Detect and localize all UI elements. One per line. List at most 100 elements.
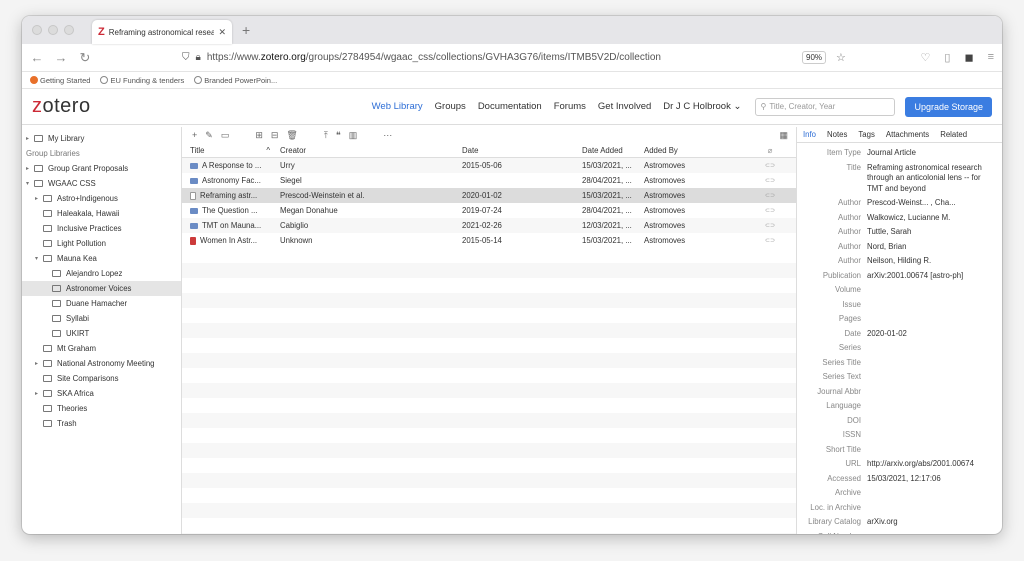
lock-icon[interactable]: 🔒︎ [196,52,201,63]
reader-icon[interactable]: ▯ [944,51,950,64]
sidebar-item[interactable]: Haleakala, Hawaii [22,206,181,221]
attachment-link-icon[interactable]: ⊂⊃ [760,222,780,229]
twisty-icon[interactable]: ▸ [26,135,34,142]
tab-notes[interactable]: Notes [827,130,847,139]
more-icon[interactable]: ⋯ [383,130,392,141]
sidebar-item[interactable]: UKIRT [22,326,181,341]
paperclip-icon[interactable]: ⌀ [760,146,780,155]
zoom-level[interactable]: 90% [802,51,827,64]
table-row[interactable]: Astronomy Fac... Siegel 28/04/2021, ... Ast… [182,173,796,188]
table-row[interactable]: TMT on Mauna... Cabiglio 2021-02-26 12/03/2… [182,218,796,233]
bookmark-item[interactable]: Getting Started [30,75,90,85]
detail-field[interactable]: Author Neilson, Hilding R. [797,254,1002,269]
bibliography-icon[interactable]: ▥ [349,130,358,141]
table-row[interactable]: Women In Astr... Unknown 2015-05-14 15/03/2… [182,233,796,248]
detail-value[interactable]: Tuttle, Sarah [867,227,1002,238]
detail-value[interactable] [867,488,1002,499]
detail-value[interactable]: Walkowicz, Lucianne M. [867,213,1002,224]
detail-value[interactable] [867,430,1002,441]
tab-info[interactable]: Info [803,130,816,139]
sidebar-item[interactable]: Astronomer Voices [22,281,181,296]
detail-field[interactable]: Call Number [797,530,1002,535]
detail-field[interactable]: Loc. in Archive [797,501,1002,516]
col-creator-header[interactable]: Creator [274,146,458,155]
detail-value[interactable] [867,445,1002,456]
browser-tab[interactable]: Z Reframing astronomical researc ✕ [92,20,232,44]
detail-value[interactable]: 2020-01-02 [867,329,1002,340]
detail-value[interactable] [867,387,1002,398]
detail-value[interactable]: 15/03/2021, 12:17:06 [867,474,1002,485]
detail-field[interactable]: Accessed 15/03/2021, 12:17:06 [797,472,1002,487]
sidebar-item[interactable]: ▸ SKA Africa [22,386,181,401]
back-icon[interactable]: ← [30,50,44,65]
detail-value[interactable] [867,372,1002,383]
detail-value[interactable] [867,401,1002,412]
shield-icon[interactable]: ⛉ [182,52,190,63]
detail-field[interactable]: Pages [797,312,1002,327]
new-note-icon[interactable]: ▭ [221,130,230,141]
detail-value[interactable] [867,300,1002,311]
twisty-icon[interactable]: ▾ [35,255,43,262]
minimize-window-button[interactable] [48,25,58,35]
library-search-input[interactable]: ⚲ Title, Creator, Year [755,97,896,116]
sidebar-item[interactable]: ▸ My Library [22,131,181,146]
nav-documentation[interactable]: Documentation [478,101,542,112]
detail-field[interactable]: Author Tuttle, Sarah [797,225,1002,240]
detail-field[interactable]: Library Catalog arXiv.org [797,515,1002,530]
twisty-icon[interactable]: ▸ [35,195,43,202]
sidebar-item[interactable]: Site Comparisons [22,371,181,386]
sidebar-item[interactable]: Theories [22,401,181,416]
sidebar-item[interactable]: Syllabi [22,311,181,326]
detail-field[interactable]: ISSN [797,428,1002,443]
detail-field[interactable]: Language [797,399,1002,414]
detail-field[interactable]: Author Nord, Brian [797,240,1002,255]
attachment-link-icon[interactable]: ⊂⊃ [760,162,780,169]
column-picker-icon[interactable]: ▦ [779,130,788,141]
detail-value[interactable]: arXiv:2001.00674 [astro-ph] [867,271,1002,282]
zotero-logo[interactable]: zotero [32,95,91,118]
detail-field[interactable]: Archive [797,486,1002,501]
detail-field[interactable]: Item Type Journal Article [797,146,1002,161]
maximize-window-button[interactable] [64,25,74,35]
detail-value[interactable] [867,503,1002,514]
new-item-icon[interactable]: + [192,130,197,140]
bookmark-star-icon[interactable]: ☆ [836,51,846,64]
detail-value[interactable]: http://arxiv.org/abs/2001.00674 [867,459,1002,470]
upgrade-storage-button[interactable]: Upgrade Storage [905,96,992,117]
bookmark-item[interactable]: Branded PowerPoin... [194,75,277,85]
sidebar-item[interactable]: Trash [22,416,181,431]
col-title-header[interactable]: Title ^ [182,146,274,155]
close-window-button[interactable] [32,25,42,35]
nav-groups[interactable]: Groups [435,101,466,112]
trash-icon[interactable]: 🗑︎ [286,130,297,141]
cite-icon[interactable]: ❝ [336,130,341,141]
detail-field[interactable]: Journal Abbr [797,385,1002,400]
attachment-link-icon[interactable]: ⊂⊃ [760,237,780,244]
sidebar-item[interactable]: Duane Hamacher [22,296,181,311]
add-to-collection-icon[interactable]: ⊞ [255,130,263,141]
pocket-icon[interactable]: ♡ [921,51,931,64]
nav-get-involved[interactable]: Get Involved [598,101,651,112]
sidebar-item[interactable]: Light Pollution [22,236,181,251]
export-icon[interactable]: ⤒ [324,130,328,141]
new-tab-icon[interactable]: + [242,22,250,38]
attachment-link-icon[interactable]: ⊂⊃ [760,207,780,214]
detail-field[interactable]: Short Title [797,443,1002,458]
col-date-header[interactable]: Date [458,146,578,155]
detail-value[interactable] [867,314,1002,325]
detail-field[interactable]: DOI [797,414,1002,429]
col-added-by-header[interactable]: Added By [640,146,760,155]
twisty-icon[interactable]: ▾ [26,180,34,187]
nav-forums[interactable]: Forums [554,101,586,112]
detail-value[interactable] [867,343,1002,354]
close-tab-icon[interactable]: ✕ [218,27,226,38]
reload-icon[interactable]: ↻ [78,50,92,66]
detail-value[interactable]: Reframing astronomical research through … [867,163,1002,195]
sidebar-item[interactable]: Alejandro Lopez [22,266,181,281]
detail-value[interactable]: Nord, Brian [867,242,1002,253]
detail-field[interactable]: Series [797,341,1002,356]
sidebar-item[interactable]: ▸ Group Grant Proposals [22,161,181,176]
table-row[interactable]: A Response to ... Urry 2015-05-06 15/03/202… [182,158,796,173]
magic-wand-icon[interactable]: ✎ [205,130,213,141]
table-row[interactable]: The Question ... Megan Donahue 2019-07-24 2… [182,203,796,218]
